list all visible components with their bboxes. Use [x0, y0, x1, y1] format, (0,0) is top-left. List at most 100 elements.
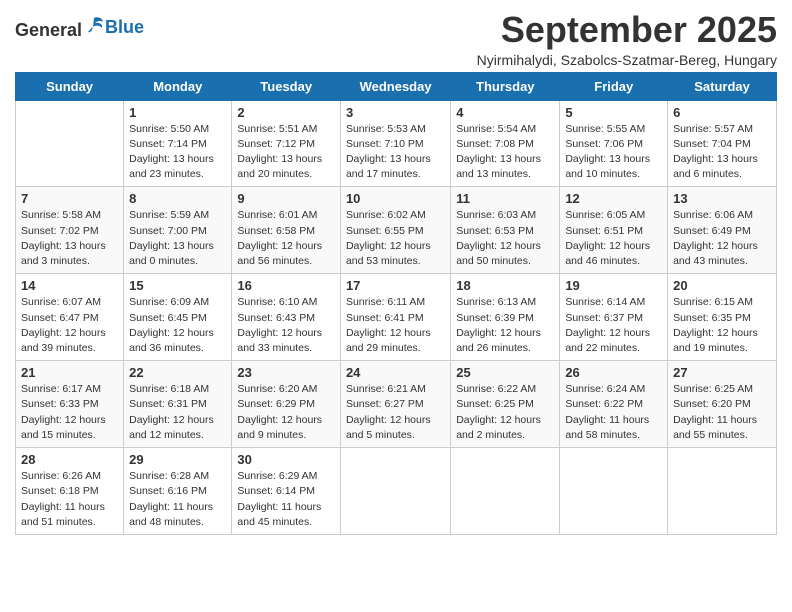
calendar-cell: 29Sunrise: 6:28 AMSunset: 6:16 PMDayligh…	[124, 448, 232, 535]
day-info: Sunrise: 6:11 AMSunset: 6:41 PMDaylight:…	[346, 295, 445, 356]
day-number: 18	[456, 278, 554, 293]
day-number: 6	[673, 105, 771, 120]
calendar-cell: 8 Sunrise: 5:59 AMSunset: 7:00 PMDaylight…	[124, 187, 232, 274]
day-info: Sunrise: 6:02 AMSunset: 6:55 PMDaylight:…	[346, 208, 445, 269]
calendar-cell	[340, 448, 450, 535]
calendar-cell: 1 Sunrise: 5:50 AMSunset: 7:14 PMDaylight…	[124, 100, 232, 187]
calendar-week-row: 14 Sunrise: 6:07 AMSunset: 6:47 PMDayligh…	[16, 274, 777, 361]
day-info: Sunrise: 6:14 AMSunset: 6:37 PMDaylight:…	[565, 295, 662, 356]
calendar-cell: 5 Sunrise: 5:55 AMSunset: 7:06 PMDaylight…	[560, 100, 668, 187]
calendar-cell: 30Sunrise: 6:29 AMSunset: 6:14 PMDayligh…	[232, 448, 341, 535]
calendar-cell: 13 Sunrise: 6:06 AMSunset: 6:49 PMDayligh…	[668, 187, 777, 274]
calendar-cell: 28Sunrise: 6:26 AMSunset: 6:18 PMDayligh…	[16, 448, 124, 535]
calendar-cell: 10 Sunrise: 6:02 AMSunset: 6:55 PMDayligh…	[340, 187, 450, 274]
day-number: 28	[21, 452, 118, 467]
day-info: Sunrise: 5:50 AMSunset: 7:14 PMDaylight:…	[129, 122, 226, 183]
day-info: Sunrise: 6:07 AMSunset: 6:47 PMDaylight:…	[21, 295, 118, 356]
day-info: Sunrise: 6:09 AMSunset: 6:45 PMDaylight:…	[129, 295, 226, 356]
day-info: Sunrise: 6:17 AMSunset: 6:33 PMDaylight:…	[21, 382, 118, 443]
calendar-cell	[451, 448, 560, 535]
day-number: 10	[346, 191, 445, 206]
calendar-week-row: 21 Sunrise: 6:17 AMSunset: 6:33 PMDayligh…	[16, 361, 777, 448]
calendar-cell	[668, 448, 777, 535]
calendar-cell: 25 Sunrise: 6:22 AMSunset: 6:25 PMDayligh…	[451, 361, 560, 448]
day-number: 8	[129, 191, 226, 206]
calendar-cell: 15Sunrise: 6:09 AMSunset: 6:45 PMDayligh…	[124, 274, 232, 361]
day-info: Sunrise: 6:05 AMSunset: 6:51 PMDaylight:…	[565, 208, 662, 269]
day-number: 21	[21, 365, 118, 380]
weekday-header: Sunday	[16, 72, 124, 100]
day-number: 16	[237, 278, 335, 293]
title-area: September 2025 Nyirmihalydi, Szabolcs-Sz…	[477, 10, 777, 68]
calendar-cell: 24 Sunrise: 6:21 AMSunset: 6:27 PMDayligh…	[340, 361, 450, 448]
calendar-cell: 7 Sunrise: 5:58 AMSunset: 7:02 PMDaylight…	[16, 187, 124, 274]
day-number: 2	[237, 105, 335, 120]
day-number: 19	[565, 278, 662, 293]
calendar-cell: 21 Sunrise: 6:17 AMSunset: 6:33 PMDayligh…	[16, 361, 124, 448]
day-number: 7	[21, 191, 118, 206]
calendar-cell: 2 Sunrise: 5:51 AMSunset: 7:12 PMDaylight…	[232, 100, 341, 187]
day-info: Sunrise: 5:55 AMSunset: 7:06 PMDaylight:…	[565, 122, 662, 183]
calendar-week-row: 28Sunrise: 6:26 AMSunset: 6:18 PMDayligh…	[16, 448, 777, 535]
calendar-cell: 26 Sunrise: 6:24 AMSunset: 6:22 PMDayligh…	[560, 361, 668, 448]
day-info: Sunrise: 6:18 AMSunset: 6:31 PMDaylight:…	[129, 382, 226, 443]
calendar-cell: 6 Sunrise: 5:57 AMSunset: 7:04 PMDaylight…	[668, 100, 777, 187]
day-number: 24	[346, 365, 445, 380]
day-number: 26	[565, 365, 662, 380]
calendar-cell: 11 Sunrise: 6:03 AMSunset: 6:53 PMDayligh…	[451, 187, 560, 274]
day-info: Sunrise: 6:20 AMSunset: 6:29 PMDaylight:…	[237, 382, 335, 443]
day-number: 9	[237, 191, 335, 206]
logo-bird-icon	[83, 14, 105, 36]
calendar-cell: 9 Sunrise: 6:01 AMSunset: 6:58 PMDaylight…	[232, 187, 341, 274]
logo-general: General	[15, 20, 82, 40]
logo: General Blue	[15, 14, 144, 41]
weekday-header: Wednesday	[340, 72, 450, 100]
day-info: Sunrise: 6:13 AMSunset: 6:39 PMDaylight:…	[456, 295, 554, 356]
calendar-week-row: 7 Sunrise: 5:58 AMSunset: 7:02 PMDaylight…	[16, 187, 777, 274]
calendar-cell: 17 Sunrise: 6:11 AMSunset: 6:41 PMDayligh…	[340, 274, 450, 361]
day-info: Sunrise: 5:57 AMSunset: 7:04 PMDaylight:…	[673, 122, 771, 183]
weekday-header: Thursday	[451, 72, 560, 100]
day-info: Sunrise: 6:03 AMSunset: 6:53 PMDaylight:…	[456, 208, 554, 269]
calendar-cell	[560, 448, 668, 535]
day-info: Sunrise: 5:59 AMSunset: 7:00 PMDaylight:…	[129, 208, 226, 269]
day-number: 17	[346, 278, 445, 293]
day-info: Sunrise: 5:51 AMSunset: 7:12 PMDaylight:…	[237, 122, 335, 183]
calendar-cell	[16, 100, 124, 187]
day-info: Sunrise: 5:54 AMSunset: 7:08 PMDaylight:…	[456, 122, 554, 183]
day-info: Sunrise: 6:22 AMSunset: 6:25 PMDaylight:…	[456, 382, 554, 443]
calendar-cell: 14 Sunrise: 6:07 AMSunset: 6:47 PMDayligh…	[16, 274, 124, 361]
calendar: SundayMondayTuesdayWednesdayThursdayFrid…	[15, 72, 777, 535]
calendar-cell: 20Sunrise: 6:15 AMSunset: 6:35 PMDayligh…	[668, 274, 777, 361]
day-info: Sunrise: 5:58 AMSunset: 7:02 PMDaylight:…	[21, 208, 118, 269]
weekday-header: Tuesday	[232, 72, 341, 100]
day-number: 25	[456, 365, 554, 380]
calendar-body: 1 Sunrise: 5:50 AMSunset: 7:14 PMDaylight…	[16, 100, 777, 534]
day-info: Sunrise: 6:01 AMSunset: 6:58 PMDaylight:…	[237, 208, 335, 269]
day-info: Sunrise: 6:15 AMSunset: 6:35 PMDaylight:…	[673, 295, 771, 356]
day-number: 12	[565, 191, 662, 206]
day-number: 11	[456, 191, 554, 206]
header: General Blue September 2025 Nyirmihalydi…	[15, 10, 777, 68]
day-number: 5	[565, 105, 662, 120]
day-info: Sunrise: 6:06 AMSunset: 6:49 PMDaylight:…	[673, 208, 771, 269]
calendar-cell: 16 Sunrise: 6:10 AMSunset: 6:43 PMDayligh…	[232, 274, 341, 361]
day-number: 13	[673, 191, 771, 206]
day-info: Sunrise: 6:25 AMSunset: 6:20 PMDaylight:…	[673, 382, 771, 443]
day-number: 4	[456, 105, 554, 120]
logo-blue: Blue	[105, 17, 144, 37]
day-number: 29	[129, 452, 226, 467]
calendar-cell: 19 Sunrise: 6:14 AMSunset: 6:37 PMDayligh…	[560, 274, 668, 361]
day-info: Sunrise: 6:10 AMSunset: 6:43 PMDaylight:…	[237, 295, 335, 356]
day-info: Sunrise: 6:29 AMSunset: 6:14 PMDaylight:…	[237, 469, 335, 530]
day-info: Sunrise: 6:21 AMSunset: 6:27 PMDaylight:…	[346, 382, 445, 443]
calendar-cell: 22Sunrise: 6:18 AMSunset: 6:31 PMDayligh…	[124, 361, 232, 448]
month-title: September 2025	[477, 10, 777, 50]
weekday-header: Friday	[560, 72, 668, 100]
calendar-cell: 3Sunrise: 5:53 AMSunset: 7:10 PMDaylight…	[340, 100, 450, 187]
day-number: 1	[129, 105, 226, 120]
calendar-cell: 27Sunrise: 6:25 AMSunset: 6:20 PMDayligh…	[668, 361, 777, 448]
calendar-cell: 12 Sunrise: 6:05 AMSunset: 6:51 PMDayligh…	[560, 187, 668, 274]
day-info: Sunrise: 6:24 AMSunset: 6:22 PMDaylight:…	[565, 382, 662, 443]
day-number: 14	[21, 278, 118, 293]
